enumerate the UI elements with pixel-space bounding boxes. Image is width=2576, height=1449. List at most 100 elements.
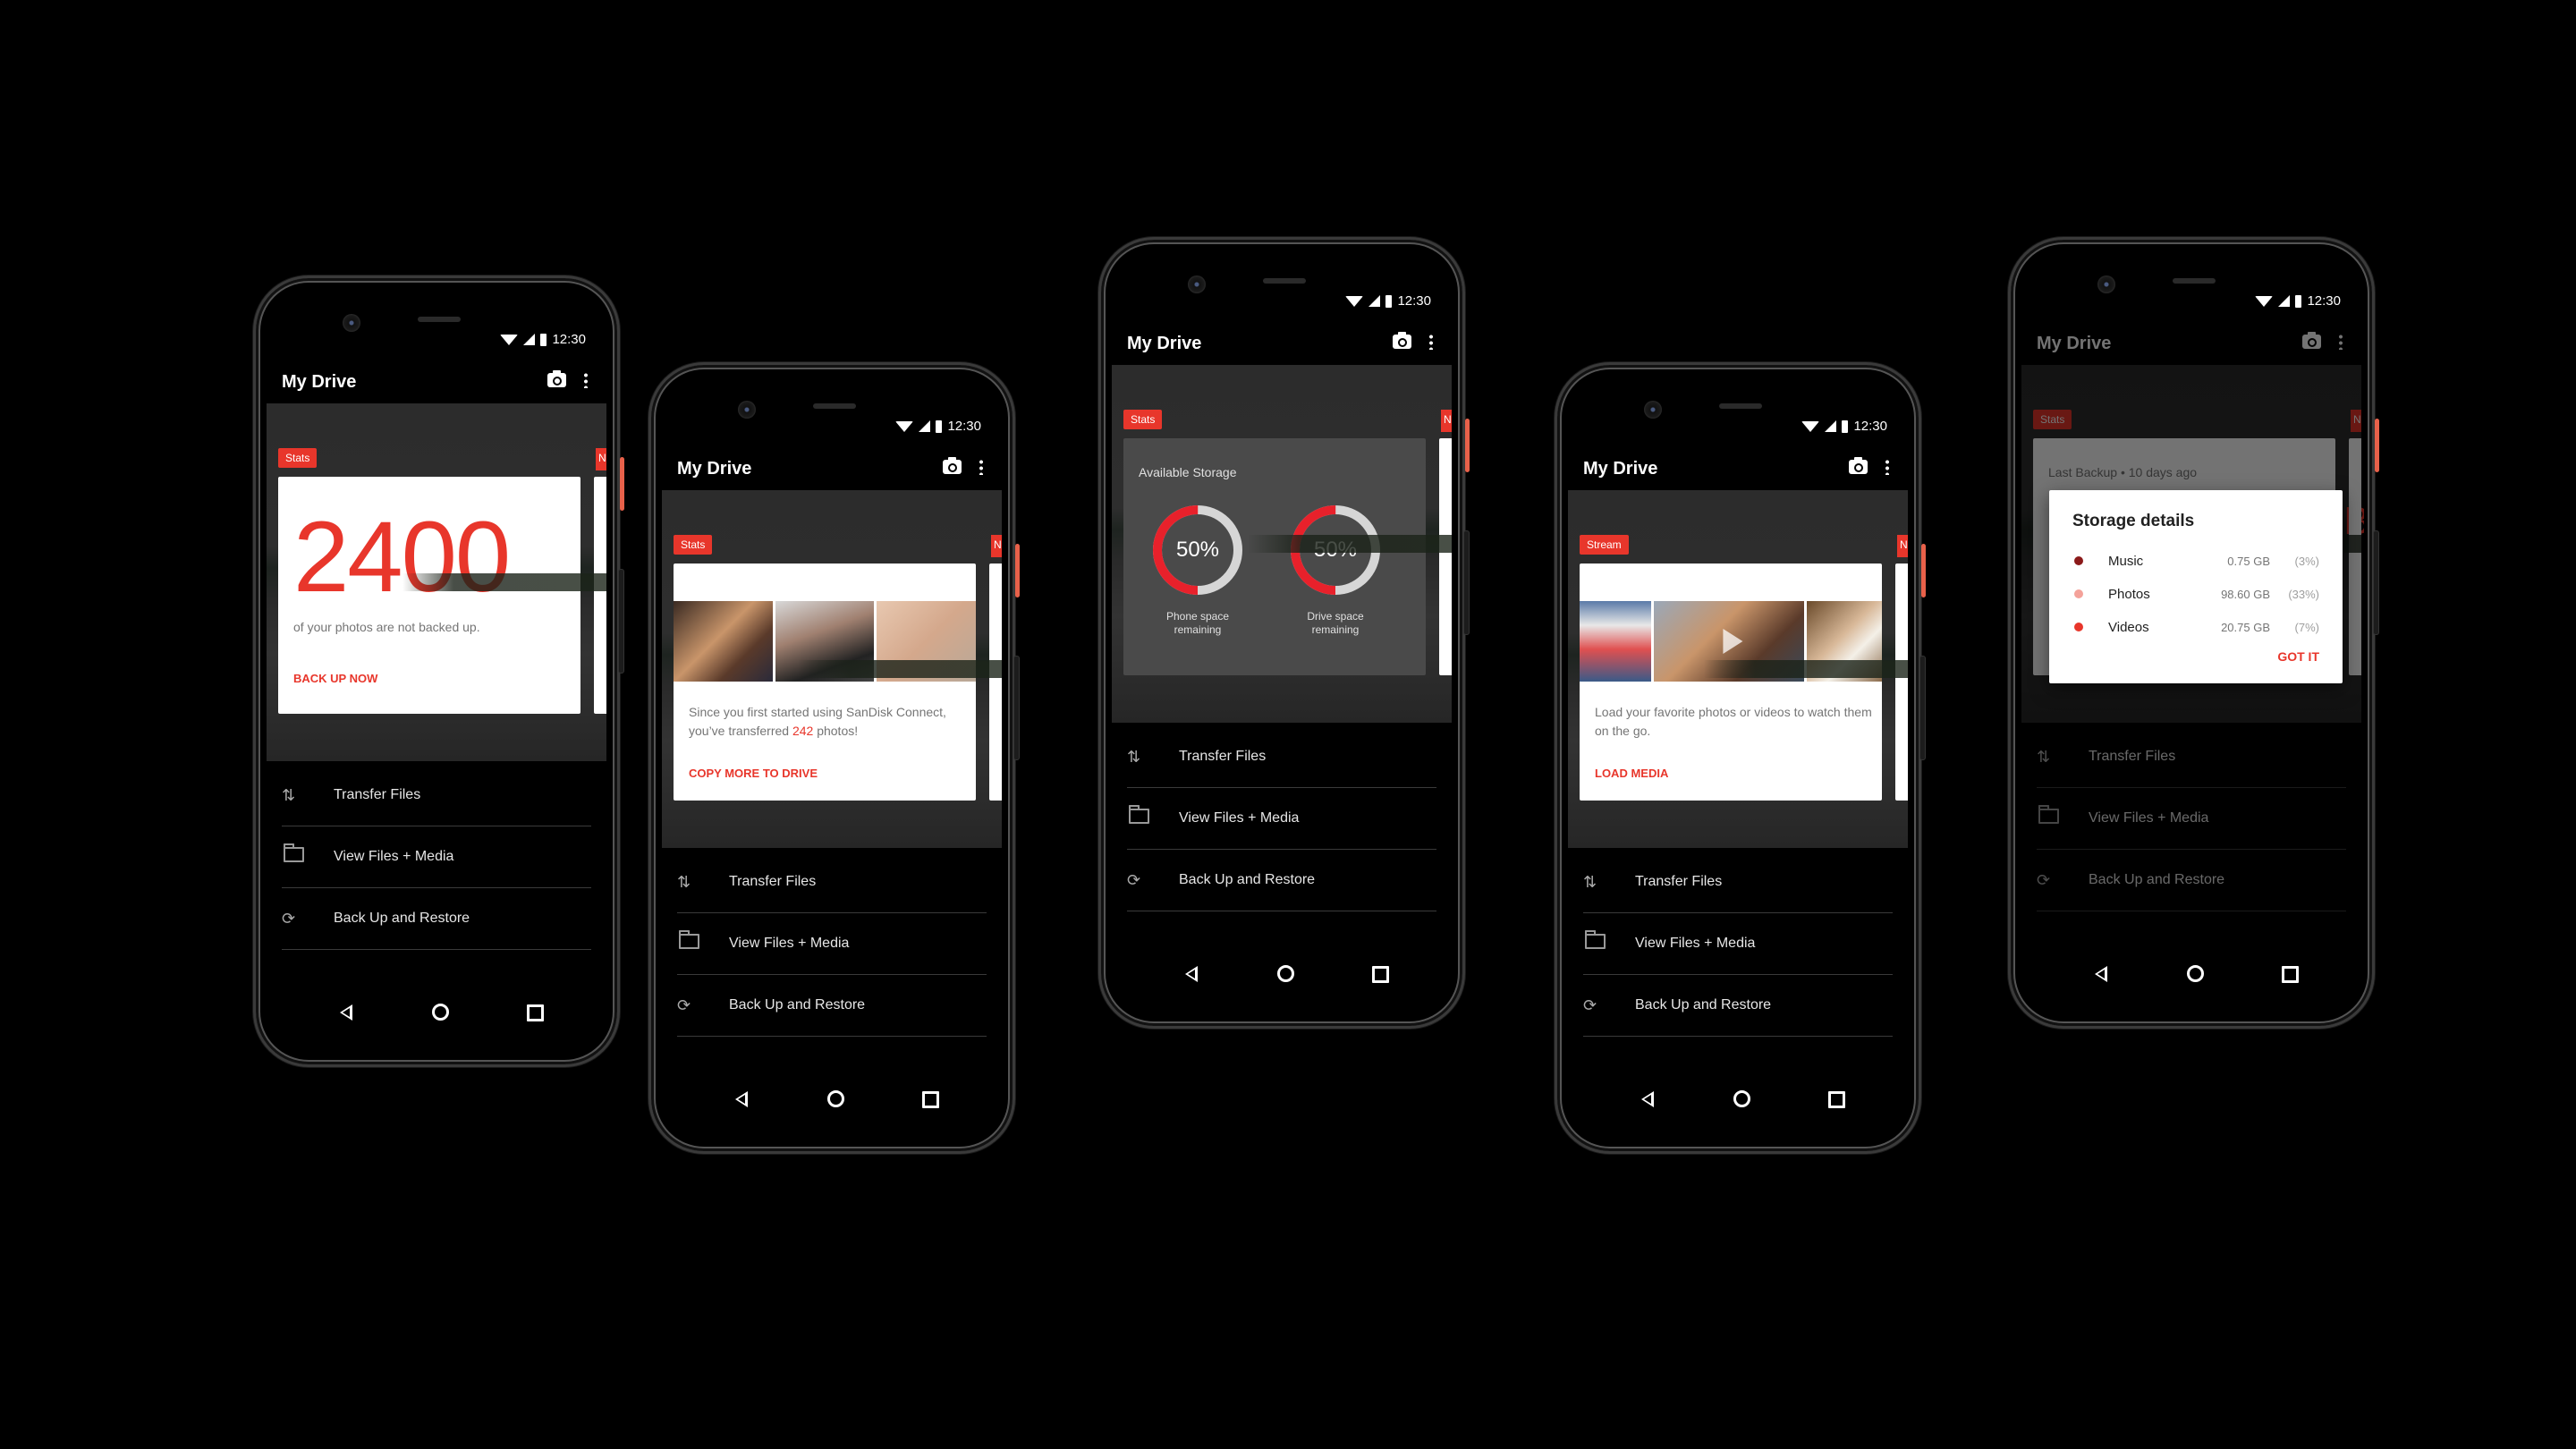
next-card-tag: N: [596, 448, 606, 470]
home-icon[interactable]: [1277, 965, 1294, 982]
copy-more-button[interactable]: COPY MORE TO DRIVE: [689, 767, 818, 780]
home-icon[interactable]: [432, 1004, 449, 1021]
more-vert-icon[interactable]: [1885, 459, 1889, 475]
storage-details-dialog: Storage details Music 0.75 GB (3%) Photo…: [2049, 490, 2343, 683]
transfer-icon: ⇅: [677, 872, 691, 891]
menu-label: Back Up and Restore: [1635, 997, 1772, 1013]
menu-item-backup-restore[interactable]: ⟳ Back Up and Restore: [282, 888, 591, 950]
ring-caption: Drive space remaining: [1286, 610, 1385, 637]
camera-icon[interactable]: [1393, 332, 1411, 349]
stream-card: Load your favorite photos or videos to w…: [1580, 564, 1882, 801]
more-vert-icon[interactable]: [1429, 334, 1433, 350]
front-camera: [738, 401, 756, 419]
play-icon[interactable]: [1723, 629, 1743, 654]
next-card[interactable]: [1895, 564, 1908, 801]
status-time: 12:30: [552, 332, 586, 347]
photo-thumbnail[interactable]: [877, 601, 977, 682]
menu-item-backup-restore[interactable]: ⟳ Back Up and Restore: [1127, 850, 1436, 911]
menu-item-backup-restore[interactable]: ⟳ Back Up and Restore: [677, 975, 987, 1037]
menu-label: Transfer Files: [1635, 874, 1723, 889]
got-it-button[interactable]: GOT IT: [2277, 649, 2319, 664]
phone-5: 12:30 My Drive Stats N Last Backup • 10 …: [2008, 237, 2379, 1029]
page-title: My Drive: [1127, 334, 1202, 353]
photo-thumbnail[interactable]: [1806, 601, 1882, 682]
status-time: 12:30: [1397, 293, 1431, 309]
photo-thumbnail[interactable]: [775, 601, 875, 682]
menu-item-view-files[interactable]: View Files + Media: [677, 913, 987, 975]
main-menu: ⇅ Transfer Files View Files + Media ⟳ Ba…: [1127, 726, 1436, 911]
camera-icon[interactable]: [547, 370, 566, 387]
battery-icon: [1842, 419, 1849, 433]
menu-item-transfer-files[interactable]: ⇅ Transfer Files: [1583, 852, 1893, 913]
camera-icon[interactable]: [943, 457, 962, 474]
menu-item-view-files[interactable]: View Files + Media: [282, 826, 591, 888]
photo-thumbnail[interactable]: [674, 601, 773, 682]
more-vert-icon[interactable]: [584, 372, 588, 388]
hero-carousel[interactable]: Stats N Since you first started using Sa…: [662, 490, 1002, 848]
back-icon[interactable]: [2095, 966, 2107, 982]
menu-item-view-files[interactable]: View Files + Media: [1583, 913, 1893, 975]
earpiece-speaker: [1263, 278, 1306, 284]
front-camera: [1188, 275, 1206, 293]
caption-line: remaining: [1311, 623, 1360, 636]
hero-carousel[interactable]: Stream N Load your favorite photos or vi…: [1568, 490, 1908, 848]
back-icon[interactable]: [735, 1091, 748, 1107]
earpiece-speaker: [418, 317, 461, 322]
next-card[interactable]: [594, 477, 606, 714]
transfer-icon: ⇅: [1583, 872, 1597, 891]
recents-icon[interactable]: [1828, 1091, 1845, 1108]
status-bar: 12:30: [1801, 419, 1887, 434]
recents-icon[interactable]: [2282, 966, 2299, 983]
hero-carousel[interactable]: Stats N Available Storage 50% Phone spac…: [1112, 365, 1452, 723]
earpiece-speaker: [813, 403, 856, 409]
front-camera: [1644, 401, 1662, 419]
main-menu: ⇅ Transfer Files View Files + Media ⟳ Ba…: [282, 765, 591, 950]
load-media-button[interactable]: LOAD MEDIA: [1595, 767, 1668, 780]
photo-thumbnail[interactable]: [1580, 601, 1651, 682]
back-icon[interactable]: [1641, 1091, 1654, 1107]
signal-icon: [1368, 295, 1381, 307]
next-card[interactable]: [1439, 438, 1452, 675]
category-percent: (33%): [2288, 587, 2319, 601]
legend-dot: [2074, 623, 2083, 631]
video-thumbnail[interactable]: [1653, 601, 1804, 682]
volume-button: [1463, 530, 1470, 635]
recents-icon[interactable]: [1372, 966, 1389, 983]
photo-strip: [674, 601, 977, 682]
phone-screen: 12:30 My Drive Stats N Since you first s…: [659, 376, 1004, 1140]
next-card[interactable]: [989, 564, 1002, 801]
hero-carousel[interactable]: Stats N 2400 of your photos are not back…: [267, 403, 606, 761]
home-icon[interactable]: [2187, 965, 2204, 982]
back-icon[interactable]: [1185, 966, 1198, 982]
menu-item-transfer-files[interactable]: ⇅ Transfer Files: [282, 765, 591, 826]
power-button: [2375, 419, 2379, 472]
phone-screen: 12:30 My Drive Stream N Load your favori…: [1565, 376, 1911, 1140]
recents-icon[interactable]: [527, 1004, 544, 1021]
power-button: [1921, 544, 1926, 597]
wifi-icon: [500, 334, 519, 345]
home-icon[interactable]: [827, 1090, 844, 1107]
menu-label: Transfer Files: [1179, 749, 1267, 764]
wifi-icon: [895, 420, 914, 432]
legend-dot: [2074, 556, 2083, 565]
ring-value: 50%: [1175, 538, 1220, 562]
dialog-title: Storage details: [2072, 512, 2195, 530]
camera-icon[interactable]: [1849, 457, 1868, 474]
recents-icon[interactable]: [922, 1091, 939, 1108]
menu-item-view-files[interactable]: View Files + Media: [1127, 788, 1436, 850]
transferred-count: 242: [792, 724, 814, 738]
power-button: [1465, 419, 1470, 472]
folder-icon: [1129, 805, 1149, 824]
phone-screen: 12:30 My Drive Stats N Last Backup • 10 …: [2019, 250, 2364, 1015]
menu-label: View Files + Media: [1179, 810, 1300, 826]
more-vert-icon[interactable]: [979, 459, 983, 475]
menu-item-backup-restore[interactable]: ⟳ Back Up and Restore: [1583, 975, 1893, 1037]
back-up-now-button[interactable]: BACK UP NOW: [293, 672, 377, 685]
sync-icon: ⟳: [282, 909, 296, 928]
home-icon[interactable]: [1733, 1090, 1750, 1107]
menu-item-transfer-files[interactable]: ⇅ Transfer Files: [677, 852, 987, 913]
volume-button: [2373, 530, 2379, 635]
back-icon[interactable]: [340, 1004, 352, 1021]
signal-icon: [523, 334, 536, 345]
menu-item-transfer-files[interactable]: ⇅ Transfer Files: [1127, 726, 1436, 788]
